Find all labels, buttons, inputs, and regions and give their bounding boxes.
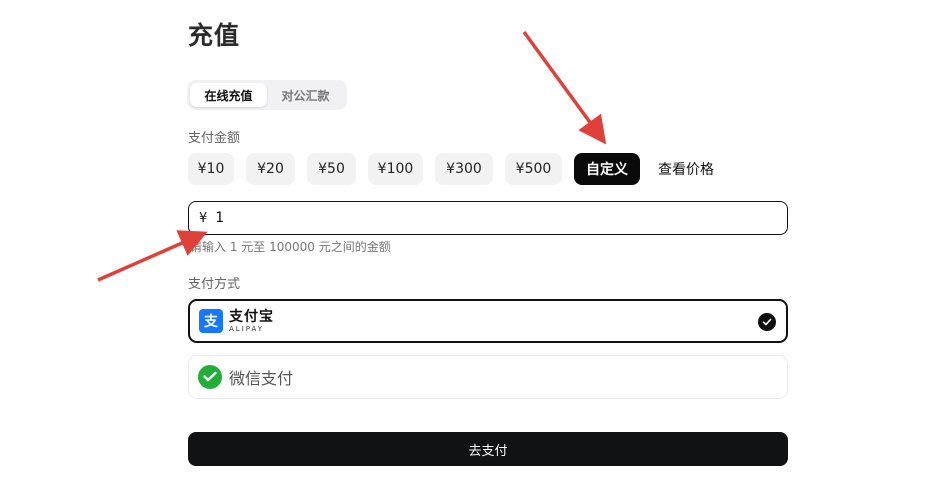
amount-label: 支付金额 — [188, 131, 241, 146]
wechat-pay-icon — [198, 365, 222, 389]
amount-option-50[interactable]: ¥50 — [307, 153, 356, 185]
recharge-page: 充值 在线充值 对公汇款 支付金额 ¥10 ¥20 ¥50 ¥100 ¥300 … — [0, 0, 934, 483]
recharge-tabs: 在线充值 对公汇款 — [187, 80, 347, 110]
alipay-name: 支付宝 — [229, 308, 274, 325]
custom-amount-input[interactable] — [215, 210, 756, 226]
tab-online-recharge[interactable]: 在线充值 — [190, 83, 267, 107]
alipay-wordmark: 支付宝 ALIPAY — [229, 310, 274, 333]
custom-amount-field[interactable]: ¥ — [188, 201, 788, 235]
amount-options: ¥10 ¥20 ¥50 ¥100 ¥300 ¥500 自定义 查看价格 — [188, 153, 714, 185]
view-price-link[interactable]: 查看价格 — [658, 159, 714, 179]
amount-option-100[interactable]: ¥100 — [368, 153, 423, 185]
payment-option-wechat[interactable]: 微信支付 — [188, 355, 788, 399]
annotation-arrows — [97, 30, 607, 282]
payment-option-alipay[interactable]: 支 支付宝 ALIPAY — [188, 299, 788, 343]
svg-text:支: 支 — [203, 313, 219, 330]
amount-option-10[interactable]: ¥10 — [188, 153, 234, 185]
wechat-pay-label: 微信支付 — [229, 369, 294, 388]
tab-corporate-transfer[interactable]: 对公汇款 — [267, 83, 344, 107]
alipay-subtitle: ALIPAY — [229, 324, 265, 333]
annotation-arrow-custom — [522, 30, 607, 145]
selected-check-icon — [758, 313, 776, 331]
amount-option-custom[interactable]: 自定义 — [574, 153, 640, 185]
currency-symbol: ¥ — [199, 210, 208, 226]
alipay-icon: 支 — [199, 309, 223, 333]
annotation-arrow-input — [97, 230, 208, 282]
amount-option-500[interactable]: ¥500 — [505, 153, 562, 185]
amount-option-20[interactable]: ¥20 — [246, 153, 295, 185]
amount-hint: 请输入 1 元至 100000 元之间的金额 — [190, 240, 391, 254]
payment-method-label: 支付方式 — [188, 277, 241, 292]
page-title: 充值 — [188, 21, 241, 50]
pay-button[interactable]: 去支付 — [188, 432, 788, 466]
amount-option-300[interactable]: ¥300 — [435, 153, 493, 185]
